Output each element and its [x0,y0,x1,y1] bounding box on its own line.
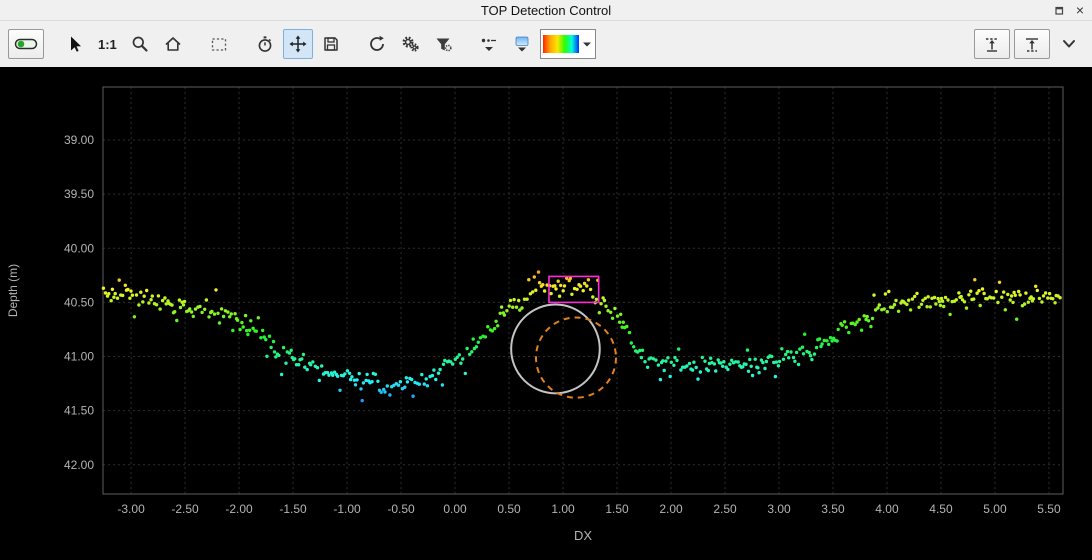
svg-text:4.00: 4.00 [875,502,899,516]
gradient-swatch-icon [512,34,532,54]
svg-text:2.50: 2.50 [713,502,737,516]
svg-text:1.00: 1.00 [551,502,575,516]
chevron-down-icon [485,47,493,51]
svg-text:39.00: 39.00 [64,133,94,147]
settings-button[interactable] [395,29,425,59]
snap-top-button[interactable] [974,29,1010,59]
expected-pipe-circle [536,318,616,398]
filter-settings-button[interactable] [428,29,458,59]
scatter-plot[interactable]: -3.00 -2.50 -2.00 -1.50 -1.00 -0.50 0.00 0.50 1.… [0,67,1092,555]
point-style-dropdown[interactable] [474,29,504,59]
svg-text:-2.00: -2.00 [225,502,253,516]
window-title: TOP Detection Control [481,3,611,18]
zoom-tool-button[interactable] [125,29,155,59]
window: TOP Detection Control × 1:1 [0,0,1092,555]
chart-region: -3.00 -2.50 -2.00 -1.50 -1.00 -0.50 0.00 0.50 1.… [0,67,1092,555]
refresh-icon [367,34,387,54]
fill-style-dropdown[interactable] [507,29,537,59]
toggle-icon [14,35,38,53]
svg-text:-1.50: -1.50 [279,502,307,516]
svg-text:42.00: 42.00 [64,458,94,472]
power-toggle-button[interactable] [8,29,44,59]
svg-text:3.50: 3.50 [821,502,845,516]
refresh-button[interactable] [362,29,392,59]
collapse-toolbar-button[interactable] [1054,29,1084,59]
svg-text:41.50: 41.50 [64,404,94,418]
svg-text:40.50: 40.50 [64,295,94,309]
cursor-tool-button[interactable] [60,29,90,59]
svg-text:5.50: 5.50 [1037,502,1061,516]
svg-text:-2.50: -2.50 [171,502,199,516]
svg-text:39.50: 39.50 [64,187,94,201]
timer-button[interactable] [250,29,280,59]
snap-top-icon [983,35,1001,53]
chevron-down-icon [1060,35,1078,53]
pan-tool-button[interactable] [283,29,313,59]
chevron-down-icon [581,35,593,53]
svg-text:3.00: 3.00 [767,502,791,516]
colormap-gradient [543,35,579,53]
marquee-select-button[interactable] [204,29,234,59]
point-style-icon [479,34,499,54]
marquee-icon [209,34,229,54]
svg-text:-0.50: -0.50 [387,502,415,516]
save-button[interactable] [316,29,346,59]
float-window-button[interactable] [1051,2,1067,18]
svg-text:0.00: 0.00 [443,502,467,516]
svg-text:0.50: 0.50 [497,502,521,516]
svg-text:-3.00: -3.00 [117,502,145,516]
svg-text:DX: DX [574,528,592,543]
titlebar[interactable]: TOP Detection Control × [0,0,1092,21]
filter-icon [433,34,453,54]
svg-text:5.00: 5.00 [983,502,1007,516]
chevron-down-icon [518,48,526,52]
zoom-ratio-button[interactable]: 1:1 [93,29,122,59]
gears-icon [400,34,420,54]
svg-text:4.50: 4.50 [929,502,953,516]
svg-text:1.50: 1.50 [605,502,629,516]
snap-top-alt-icon [1023,35,1041,53]
cursor-icon [65,34,85,54]
floppy-icon [321,34,341,54]
close-button[interactable]: × [1072,2,1088,18]
stopwatch-icon [255,34,275,54]
svg-text:-1.00: -1.00 [333,502,361,516]
colormap-dropdown[interactable] [540,29,596,59]
move-icon [288,34,308,54]
home-view-button[interactable] [158,29,188,59]
home-icon [163,34,183,54]
svg-text:2.00: 2.00 [659,502,683,516]
float-window-icon [1054,5,1065,16]
svg-text:Depth (m): Depth (m) [6,264,20,317]
magnifier-icon [130,34,150,54]
toolbar: 1:1 [0,21,1092,67]
svg-text:40.00: 40.00 [64,241,94,255]
snap-top-alt-button[interactable] [1014,29,1050,59]
detected-pipe-circle [511,305,600,394]
svg-text:41.00: 41.00 [64,350,94,364]
